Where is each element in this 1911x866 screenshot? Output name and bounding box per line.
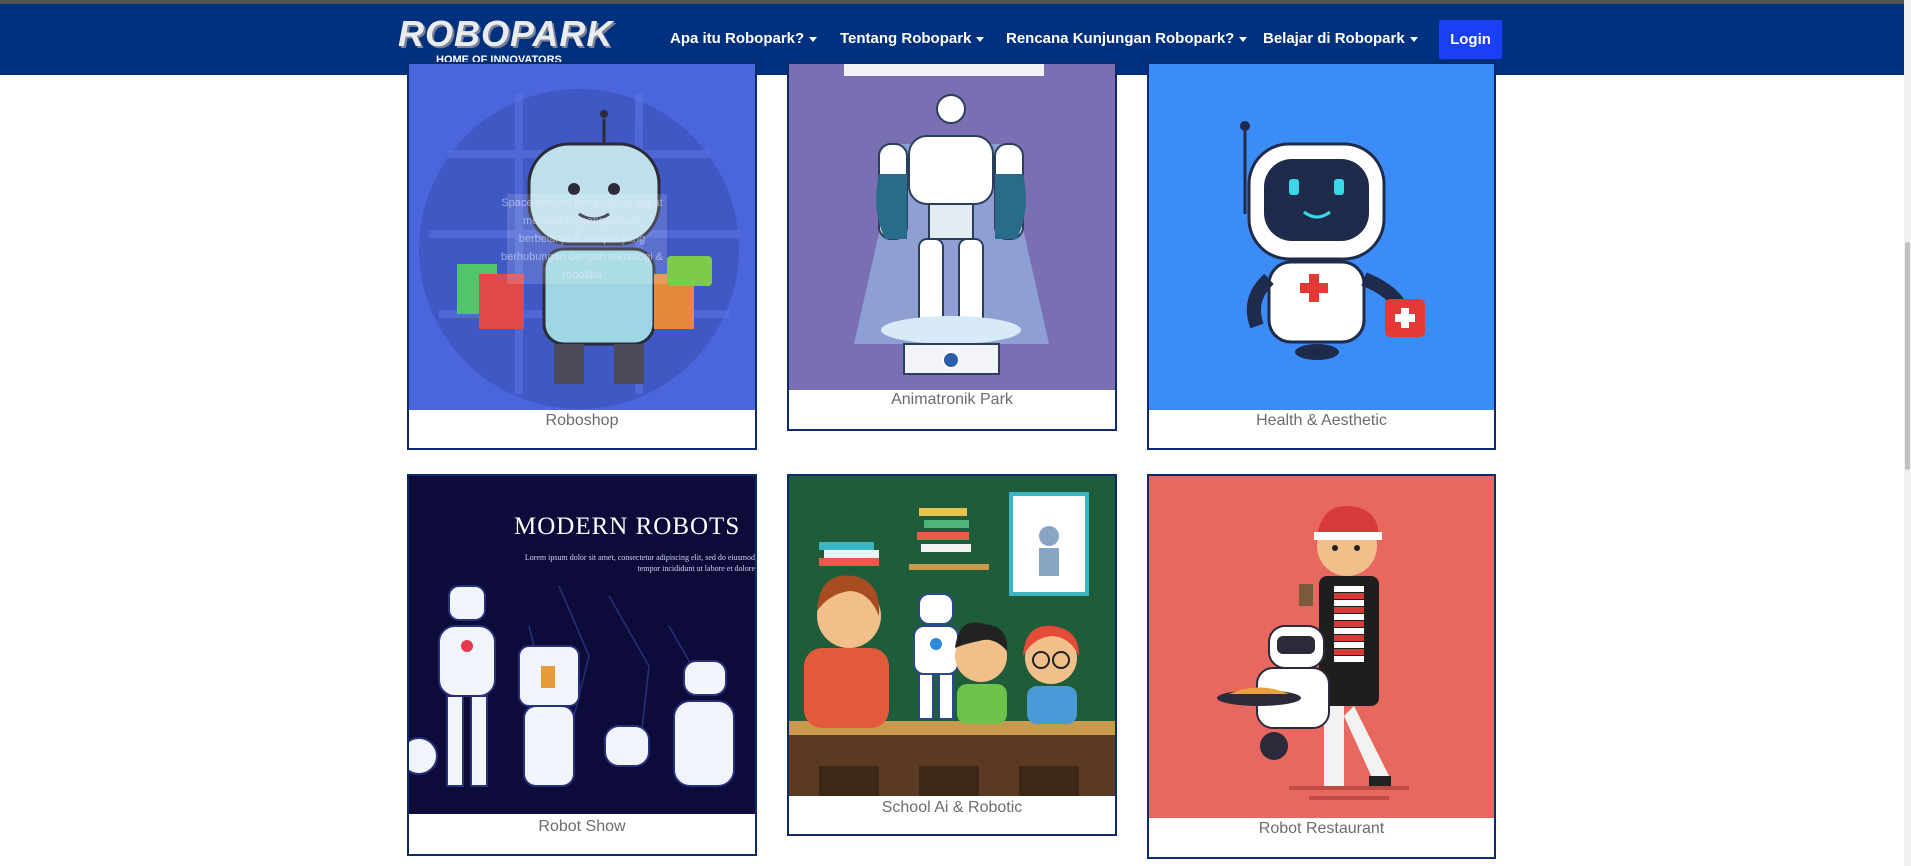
health-illustration xyxy=(1149,64,1494,410)
restaurant-illustration xyxy=(1149,476,1494,818)
nav-label: Rencana Kunjungan Robopark? xyxy=(1006,30,1235,47)
school-illustration xyxy=(789,476,1115,796)
card-label: School Ai & Robotic xyxy=(881,799,1023,816)
caret-down-icon xyxy=(1409,36,1418,42)
card-label: Robot Show xyxy=(538,818,626,835)
card-animatronik-park[interactable]: Animatronik Park xyxy=(787,62,1117,431)
roboshop-overlay-text: Space dimana pengunjung dapat merasakan … xyxy=(500,197,664,281)
card-label: Health & Aesthetic xyxy=(1256,412,1387,429)
card-robot-show[interactable]: MODERN ROBOTS Lorem ipsum dolor sit amet… xyxy=(407,474,757,856)
card-health-aesthetic[interactable]: Health & Aesthetic xyxy=(1147,62,1496,450)
caret-down-icon xyxy=(976,36,985,42)
poster-body-line-1: Lorem ipsum dolor sit amet, consectetur … xyxy=(524,553,755,562)
caret-down-icon xyxy=(1239,36,1248,42)
login-button[interactable]: Login xyxy=(1439,20,1502,59)
logo-text: ROBOPARK xyxy=(398,13,614,54)
nav-label: Belajar di Robopark xyxy=(1263,30,1405,47)
caret-down-icon xyxy=(809,36,818,42)
poster-body-line-2: tempor incididunt ut labore et dolore xyxy=(637,564,755,573)
card-label: Robot Restaurant xyxy=(1258,820,1385,837)
nav-label: Apa itu Robopark? xyxy=(670,30,805,47)
card-label: Animatronik Park xyxy=(891,391,1013,408)
animatronik-illustration xyxy=(789,64,1115,390)
scrollbar-thumb[interactable] xyxy=(1905,242,1910,470)
card-roboshop[interactable]: Space dimana pengunjung dapat merasakan … xyxy=(407,62,757,450)
nav-label: Tentang Robopark xyxy=(840,30,972,47)
card-robot-restaurant[interactable]: Robot Restaurant xyxy=(1147,474,1496,859)
poster-title: MODERN ROBOTS xyxy=(514,513,741,540)
page-scrollbar[interactable] xyxy=(1904,0,1911,866)
card-school-ai-robotic[interactable]: School Ai & Robotic xyxy=(787,474,1117,836)
robopark-logo[interactable]: ROBOPARK HOME OF INNOVATORS xyxy=(398,14,612,68)
card-label: Roboshop xyxy=(545,412,619,429)
